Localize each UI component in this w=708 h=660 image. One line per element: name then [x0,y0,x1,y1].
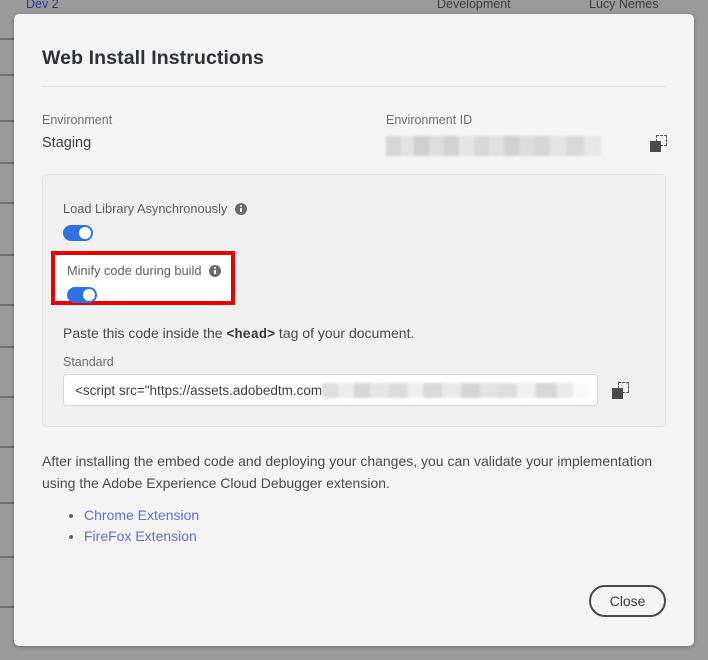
copy-icon[interactable] [650,135,667,152]
load-library-async-row: Load Library Asynchronously [63,201,248,241]
environment-label: Environment [42,113,113,127]
paste-instruction: Paste this code inside the <head> tag of… [63,325,414,343]
copy-icon-solid-sheet [612,388,623,399]
chrome-extension-link[interactable]: Chrome Extension [84,507,199,523]
bg-column-environment: Development [437,0,511,11]
environment-block: Environment Staging [42,113,112,151]
info-icon[interactable] [235,202,248,215]
embed-code-text: <script src="https://assets.adobedtm.com [75,382,323,398]
environment-id-label: Environment ID [386,113,473,127]
close-button[interactable]: Close [589,585,666,617]
paste-instruction-prefix: Paste this code inside the [63,325,227,341]
dialog-title: Web Install Instructions [42,47,264,69]
minify-code-label: Minify code during build [67,263,202,278]
firefox-extension-link[interactable]: FireFox Extension [84,528,197,544]
bg-column-property-name[interactable]: Dev 2 [26,0,59,11]
minify-code-toggle[interactable] [67,287,97,303]
minify-code-label-group: Minify code during build [67,263,222,278]
standard-label: Standard [63,355,114,369]
list-item: FireFox Extension [84,526,199,547]
environment-value: Staging [42,135,92,151]
bg-column-user: Lucy Nemes [589,0,659,11]
validation-instruction-text: After installing the embed code and depl… [42,453,653,491]
minify-code-row: Minify code during build [67,263,222,303]
annotation-highlight-box: Minify code during build [51,251,235,305]
load-library-async-label-group: Load Library Asynchronously [63,201,248,216]
environment-id-redacted-value [386,136,601,156]
copy-icon-solid-sheet [650,141,661,152]
copy-icon[interactable] [612,382,629,399]
toggle-knob [79,227,91,239]
background-row-separators [0,16,14,660]
embed-code-redacted-remainder [322,382,589,398]
toggle-knob [83,289,95,301]
head-tag-code: <head> [226,328,276,343]
paste-instruction-suffix: tag of your document. [275,325,415,341]
embed-code-input[interactable]: <script src="https://assets.adobedtm.com [63,374,598,406]
environment-id-block: Environment ID [386,113,601,156]
load-library-async-toggle[interactable] [63,225,93,241]
list-item: Chrome Extension [84,505,199,526]
install-settings-panel: Load Library Asynchronously Minify code … [42,174,666,427]
extension-links-list: Chrome Extension FireFox Extension [66,505,199,547]
web-install-instructions-dialog: Web Install Instructions Environment Sta… [14,14,694,646]
load-library-async-label: Load Library Asynchronously [63,201,228,216]
info-icon[interactable] [209,264,222,277]
title-divider [42,86,666,87]
